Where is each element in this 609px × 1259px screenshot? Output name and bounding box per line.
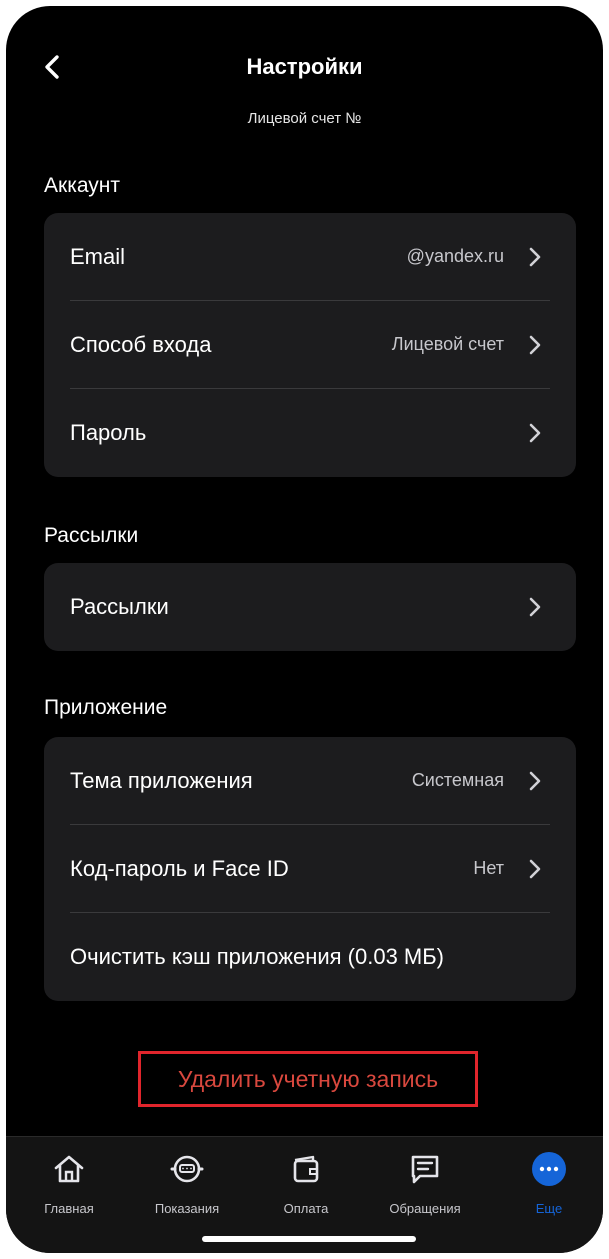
page-title: Настройки — [246, 54, 363, 79]
tab-home[interactable]: Главная — [14, 1137, 124, 1227]
chevron-right-icon — [528, 334, 542, 356]
tab-label: Обращения — [389, 1201, 461, 1216]
tab-more[interactable]: Еще — [494, 1137, 603, 1227]
tab-label: Главная — [44, 1201, 94, 1216]
tab-label: Оплата — [283, 1201, 329, 1216]
row-value: Лицевой счет — [391, 334, 504, 354]
chevron-right-icon — [528, 596, 542, 618]
password-row[interactable]: Пароль — [44, 389, 576, 477]
delete-account-label: Удалить учетную запись — [177, 1065, 439, 1092]
chevron-right-icon — [528, 246, 542, 268]
tab-payment[interactable]: Оплата — [251, 1137, 361, 1227]
mailing-card: Рассылки — [44, 563, 576, 651]
row-value: Системная — [411, 770, 504, 790]
tab-label: Показания — [154, 1201, 220, 1216]
passcode-faceid-row[interactable]: Код-пароль и Face ID Нет — [44, 825, 576, 913]
row-label: Тема приложения — [70, 768, 253, 793]
tab-requests[interactable]: Обращения — [370, 1137, 480, 1227]
delete-account-button[interactable]: Удалить учетную запись — [138, 1051, 478, 1107]
row-label: Очистить кэш приложения (0.03 МБ) — [70, 944, 445, 969]
tab-readings[interactable]: Показания — [132, 1137, 242, 1227]
home-icon — [51, 1151, 87, 1187]
row-label: Код-пароль и Face ID — [70, 856, 289, 881]
more-icon — [531, 1151, 567, 1187]
chevron-right-icon — [528, 858, 542, 880]
row-value: Нет — [473, 858, 504, 878]
row-label: Email — [70, 244, 126, 269]
meter-icon — [169, 1151, 205, 1187]
account-number: Лицевой счет № — [247, 110, 362, 127]
settings-screen: Настройки Лицевой счет № Аккаунт Email @… — [6, 6, 603, 1253]
row-label: Пароль — [70, 420, 147, 445]
chat-icon — [407, 1151, 443, 1187]
section-title-account: Аккаунт — [44, 174, 121, 197]
tab-label: Еще — [535, 1201, 563, 1216]
row-value: @yandex.ru — [406, 246, 504, 266]
email-row[interactable]: Email @yandex.ru — [44, 213, 576, 301]
app-card: Тема приложения Системная Код-пароль и F… — [44, 737, 576, 1001]
account-card: Email @yandex.ru Способ входа Лицевой сч… — [44, 213, 576, 477]
chevron-right-icon — [528, 770, 542, 792]
theme-row[interactable]: Тема приложения Системная — [44, 737, 576, 825]
login-method-row[interactable]: Способ входа Лицевой счет — [44, 301, 576, 389]
section-title-mailing: Рассылки — [44, 524, 139, 547]
home-indicator — [202, 1236, 416, 1242]
row-label: Способ входа — [70, 332, 212, 357]
clear-cache-row[interactable]: Очистить кэш приложения (0.03 МБ) — [44, 913, 576, 1001]
wallet-icon — [288, 1151, 324, 1187]
row-label: Рассылки — [70, 594, 169, 619]
header: Настройки Лицевой счет № — [6, 6, 603, 136]
section-title-app: Приложение — [44, 696, 168, 719]
mailing-row[interactable]: Рассылки — [44, 563, 576, 651]
chevron-right-icon — [528, 422, 542, 444]
